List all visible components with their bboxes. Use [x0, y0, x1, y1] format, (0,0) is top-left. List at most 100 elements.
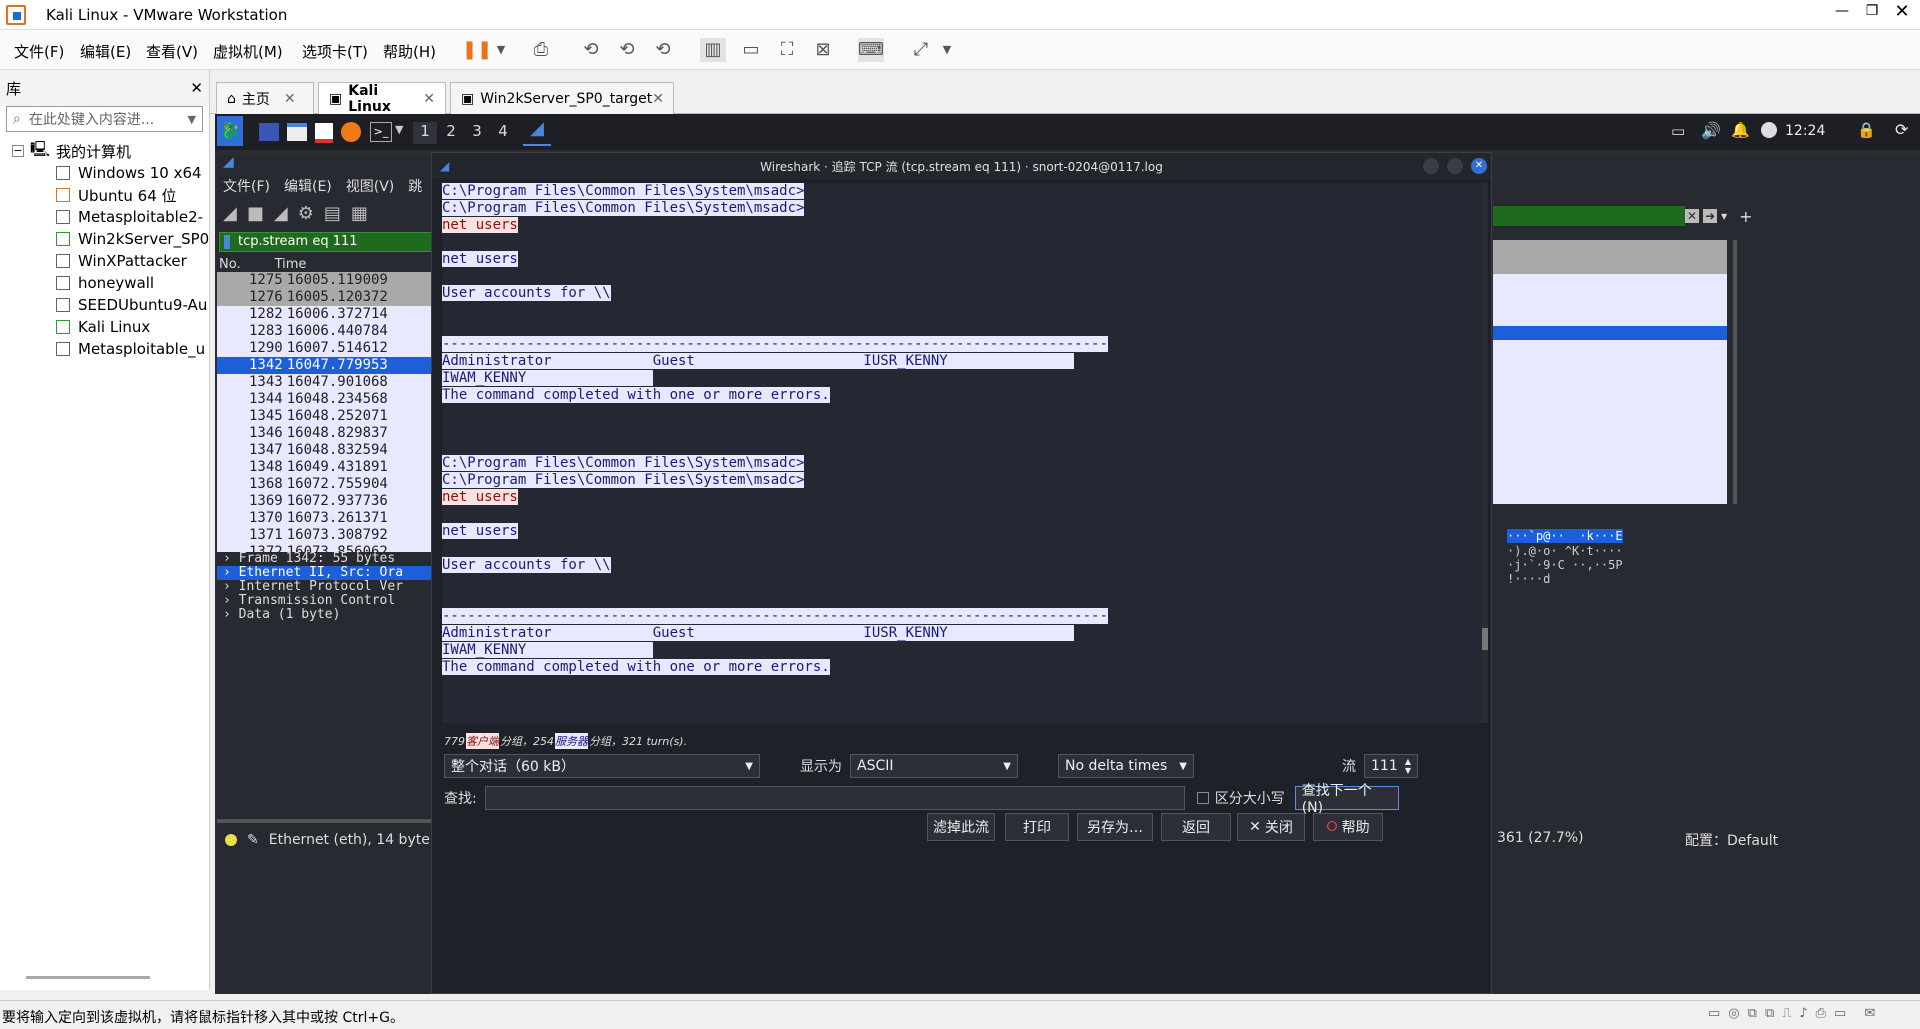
text-editor-icon[interactable] — [315, 123, 333, 143]
vm-item[interactable]: Metasploitable2- — [0, 206, 210, 228]
conversation-select[interactable]: 整个对话（60 kB） ▼ — [444, 754, 760, 778]
close-button[interactable]: ✕ 关闭 — [1237, 813, 1305, 841]
tab-kali-linux[interactable]: ▣ Kali Linux ✕ — [318, 82, 446, 115]
close-icon[interactable]: ✕ — [652, 91, 664, 107]
stream-scrollbar[interactable] — [1482, 183, 1488, 723]
find-input[interactable] — [484, 786, 1185, 810]
packet-list-right[interactable] — [1493, 240, 1727, 504]
workspace-1[interactable]: 1 — [413, 122, 437, 144]
case-sensitive-checkbox[interactable] — [1196, 792, 1209, 804]
workspace-4[interactable]: 4 — [491, 122, 515, 144]
kali-menu-icon[interactable]: 🐉 — [217, 116, 243, 146]
vm-item[interactable]: Win2kServer_SP0 — [0, 228, 210, 250]
workspace-3[interactable]: 3 — [465, 122, 489, 144]
display-filter-input[interactable]: tcp.stream eq 111 — [219, 232, 435, 252]
packet-details[interactable]: › Frame 1342: 55 bytes › Ethernet II, Src… — [217, 552, 437, 622]
packet-row[interactable]: 1276 16005.120372 — [217, 289, 437, 306]
chevron-down-icon[interactable]: ▼ — [488, 38, 514, 62]
workspace-2[interactable]: 2 — [439, 122, 463, 144]
find-next-button[interactable]: 查找下一个(N) — [1294, 783, 1399, 816]
vm-item[interactable]: Kali Linux — [0, 316, 210, 338]
close-icon[interactable]: ✕ — [190, 79, 203, 97]
shark-fin-icon[interactable]: ◢ — [223, 203, 237, 224]
wireshark-task-icon[interactable]: ◢ — [523, 118, 551, 146]
chevron-down-icon[interactable]: ▾ — [1721, 209, 1727, 223]
sound-icon[interactable]: ♪ — [1799, 1006, 1807, 1021]
close-icon[interactable]: ✕ — [1471, 158, 1487, 174]
tab-win2kserver[interactable]: ▣ Win2kServer_SP0_target ✕ — [450, 82, 674, 114]
hex-dump[interactable]: ···`p@·· ·k···E ·).@·o· ^K·t···· ·j·`·9·C … — [1507, 528, 1623, 586]
case-sensitive-label[interactable]: 区分大小写 — [1215, 788, 1285, 808]
console-icon[interactable]: ⌨ — [858, 38, 884, 62]
vm-item[interactable]: SEEDUbuntu9-Au — [0, 294, 210, 316]
packet-row[interactable]: 1283 16006.440784 — [217, 323, 437, 340]
expand-arrow-icon[interactable]: › — [223, 580, 239, 594]
ws-menu-view[interactable]: 视图(V) — [346, 176, 395, 196]
packet-row[interactable]: 1348 16049.431891 — [217, 459, 437, 476]
minimize-icon[interactable]: — — [1826, 3, 1858, 19]
detail-row[interactable]: › Data (1 byte) — [217, 608, 437, 622]
stretch-icon[interactable]: ⤢ — [908, 38, 934, 62]
detail-row[interactable]: › Transmission Control — [217, 594, 437, 608]
packet-row[interactable]: 1343 16047.901068 — [217, 374, 437, 391]
pause-icon[interactable]: ❚❚ — [462, 38, 492, 62]
thumbnail-icon[interactable]: ▭ — [738, 38, 764, 62]
cdrom-icon[interactable]: ◎ — [1728, 1006, 1739, 1021]
logout-icon[interactable]: ⟳ — [1895, 120, 1908, 139]
tab-home[interactable]: ⌂ 主页 ✕ — [216, 82, 314, 114]
spinner-icon[interactable]: ▲ ▼ — [1405, 757, 1411, 775]
volume-icon[interactable]: 🔊 — [1701, 121, 1721, 140]
library-search-input[interactable]: ⌕ 在此处键入内容进... ▼ — [6, 106, 203, 132]
detail-row[interactable]: › Internet Protocol Ver — [217, 580, 437, 594]
expand-arrow-icon[interactable]: › — [223, 594, 239, 608]
menu-view[interactable]: 查看(V) — [146, 41, 198, 62]
horizontal-scrollbar[interactable] — [217, 819, 437, 823]
ws-menu-go[interactable]: 跳 — [408, 176, 422, 196]
back-button[interactable]: 返回 — [1161, 813, 1231, 841]
hdd-icon[interactable]: ▭ — [1708, 1006, 1720, 1021]
revert-snapshot-icon[interactable]: ⟲ — [614, 38, 640, 62]
network-icon[interactable]: ⧉ — [1748, 1006, 1757, 1021]
delta-times-select[interactable]: No delta times ▼ — [1058, 754, 1194, 778]
power-status-icon[interactable] — [1761, 122, 1777, 138]
col-time[interactable]: Time — [275, 257, 307, 272]
stop-icon[interactable]: ■ — [247, 203, 264, 224]
sidebar-toggle-icon[interactable]: ▥ — [700, 38, 726, 62]
vm-item[interactable]: honeywall — [0, 272, 210, 294]
lock-icon[interactable]: 🔒 — [1857, 121, 1876, 139]
open-file-icon[interactable]: ▤ — [324, 203, 341, 224]
snapshot-manager-icon[interactable]: ⟲ — [650, 38, 676, 62]
vm-item[interactable]: Ubuntu 64 位 — [0, 184, 210, 206]
close-icon[interactable]: ✕ — [284, 91, 296, 107]
terminal-icon[interactable]: >_ — [370, 122, 392, 142]
menu-vm[interactable]: 虚拟机(M) — [213, 41, 283, 62]
restart-icon[interactable]: ◢ — [274, 203, 288, 224]
desktop-icon[interactable] — [259, 123, 279, 141]
close-icon[interactable]: ✕ — [1886, 1, 1918, 22]
ws-menu-file[interactable]: 文件(F) — [223, 176, 270, 196]
expand-arrow-icon[interactable]: › — [223, 566, 239, 580]
chevron-down-icon[interactable]: ▼ — [188, 113, 196, 126]
send-keys-icon[interactable]: ⎙ — [528, 38, 554, 62]
packet-list[interactable]: 1275 16005.119009 1276 16005.120372 1282 1600… — [217, 272, 437, 578]
library-scrollbar[interactable] — [26, 976, 150, 979]
display-icon[interactable]: ▭ — [1834, 1006, 1846, 1021]
bookmark-icon[interactable] — [224, 235, 230, 249]
expand-arrow-icon[interactable]: › — [223, 552, 239, 566]
detail-row[interactable]: › Frame 1342: 55 bytes — [217, 552, 437, 566]
tree-root[interactable]: − 🖳 我的计算机 — [0, 140, 210, 162]
packet-row[interactable]: 1282 16006.372714 — [217, 306, 437, 323]
chevron-down-icon[interactable]: ▼ — [934, 38, 960, 62]
filter-out-button[interactable]: 滤掉此流 — [927, 813, 995, 841]
packet-row[interactable]: 1370 16073.261371 — [217, 510, 437, 527]
notification-icon[interactable]: 🔔 — [1731, 121, 1750, 139]
clear-filter-icon[interactable]: ✕ — [1685, 209, 1700, 223]
printer-icon[interactable]: ⎙ — [1816, 1006, 1826, 1021]
menu-help[interactable]: 帮助(H) — [383, 41, 436, 62]
vm-item[interactable]: WinXPattacker — [0, 250, 210, 272]
firefox-icon[interactable] — [341, 122, 361, 142]
menu-file[interactable]: 文件(F) — [14, 41, 64, 62]
show-as-select[interactable]: ASCII ▼ — [850, 754, 1018, 778]
ws-profile[interactable]: 配置：Default — [1685, 830, 1778, 850]
close-icon[interactable]: ✕ — [423, 91, 435, 107]
